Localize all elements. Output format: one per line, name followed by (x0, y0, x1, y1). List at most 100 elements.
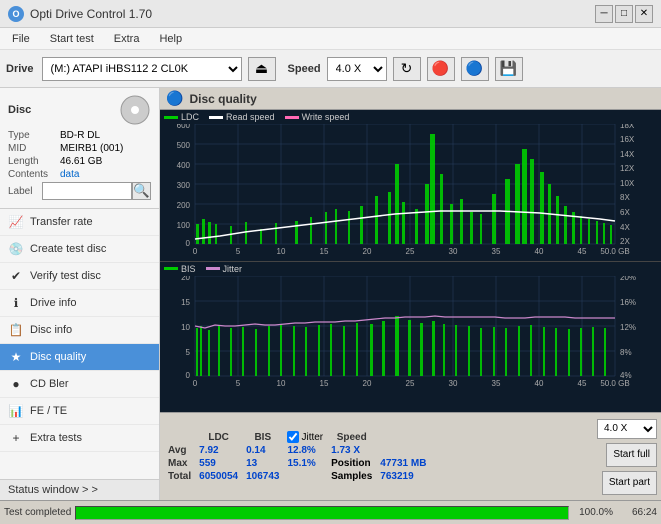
eject-button[interactable]: ⏏ (248, 57, 276, 81)
disc-label-input[interactable] (42, 182, 132, 200)
svg-text:2X: 2X (620, 237, 630, 246)
speed-col-header: Speed (327, 431, 376, 444)
svg-text:30: 30 (449, 247, 458, 254)
svg-text:20: 20 (363, 379, 372, 386)
sidebar-item-fe-te-label: FE / TE (30, 405, 67, 417)
svg-text:300: 300 (177, 181, 191, 190)
fe-te-icon: 📊 (8, 403, 24, 419)
sidebar-item-transfer-rate[interactable]: 📈 Transfer rate (0, 209, 159, 236)
write-speed-legend-label: Write speed (302, 112, 350, 122)
menu-file[interactable]: File (4, 31, 38, 47)
sidebar-item-extra-tests-label: Extra tests (30, 432, 82, 444)
max-position-value: 47731 MB (376, 457, 430, 470)
svg-text:40: 40 (535, 379, 544, 386)
maximize-button[interactable]: □ (615, 5, 633, 23)
write-speed-legend-color (285, 116, 299, 119)
sidebar-item-drive-info-label: Drive info (30, 297, 76, 309)
chart-header: 🔵 Disc quality (160, 88, 661, 110)
svg-text:40: 40 (535, 247, 544, 254)
sidebar-item-extra-tests[interactable]: + Extra tests (0, 425, 159, 452)
svg-text:50.0 GB: 50.0 GB (600, 379, 629, 386)
svg-text:30: 30 (449, 379, 458, 386)
ldc-legend: LDC (164, 112, 199, 122)
toolbar: Drive (M:) ATAPI iHBS112 2 CL0K ⏏ Speed … (0, 50, 661, 88)
menu-help[interactable]: Help (151, 31, 190, 47)
disc-length-value: 46.61 GB (60, 156, 102, 167)
status-window-button[interactable]: Status window > > (0, 479, 159, 500)
total-bis-value: 106743 (242, 470, 283, 483)
jitter-col-header: Jitter (301, 432, 323, 443)
sidebar-item-disc-quality[interactable]: ★ Disc quality (0, 344, 159, 371)
svg-text:15: 15 (320, 247, 329, 254)
svg-text:14X: 14X (620, 150, 635, 159)
cd-bler-icon: ● (8, 376, 24, 392)
sidebar-item-fe-te[interactable]: 📊 FE / TE (0, 398, 159, 425)
title-bar-controls: ─ □ ✕ (595, 5, 653, 23)
jitter-checkbox-label[interactable]: Jitter (287, 431, 323, 443)
start-full-button[interactable]: Start full (606, 443, 657, 467)
extra-tests-icon: + (8, 430, 24, 446)
jitter-checkbox[interactable] (287, 431, 299, 443)
svg-text:200: 200 (177, 201, 191, 210)
svg-text:45: 45 (578, 247, 587, 254)
start-part-button[interactable]: Start part (602, 471, 657, 495)
bottom-chart-legend: BIS Jitter (160, 262, 661, 276)
max-bis-value: 13 (242, 457, 283, 470)
disc-label-button[interactable]: 🔍 (132, 182, 151, 200)
max-jitter-value: 15.1% (283, 457, 327, 470)
svg-text:35: 35 (492, 379, 501, 386)
menu-start-test[interactable]: Start test (42, 31, 102, 47)
progress-bar-inner (76, 507, 568, 519)
sidebar-item-drive-info[interactable]: ℹ Drive info (0, 290, 159, 317)
max-ldc-value: 559 (195, 457, 242, 470)
svg-text:5: 5 (236, 247, 241, 254)
minimize-button[interactable]: ─ (595, 5, 613, 23)
transfer-rate-icon: 📈 (8, 214, 24, 230)
disc-mid-label: MID (8, 143, 60, 154)
stats-data-table: LDC BIS Jitter Speed Avg 7.9 (164, 431, 430, 483)
speed-dropdown[interactable]: 4.0 X (597, 419, 657, 439)
progress-time: 66:24 (617, 507, 657, 518)
create-test-disc-icon: 💿 (8, 241, 24, 257)
ldc-legend-color (164, 116, 178, 119)
save-button[interactable]: 💾 (495, 57, 523, 81)
svg-text:100: 100 (177, 221, 191, 230)
main-layout: Disc Type BD-R DL MID MEIRB1 (001) Lengt… (0, 88, 661, 500)
disc-type-row: Type BD-R DL (8, 130, 151, 141)
sidebar-item-verify-test-disc[interactable]: ✔ Verify test disc (0, 263, 159, 290)
svg-text:600: 600 (177, 124, 191, 130)
disc-type-value: BD-R DL (60, 130, 100, 141)
svg-text:35: 35 (492, 247, 501, 254)
menu-extra[interactable]: Extra (106, 31, 148, 47)
write-speed-legend: Write speed (285, 112, 350, 122)
bis-col-header: BIS (242, 431, 283, 444)
sidebar-item-disc-info[interactable]: 📋 Disc info (0, 317, 159, 344)
bis-legend-label: BIS (181, 264, 196, 274)
sidebar-item-create-test-disc[interactable]: 💿 Create test disc (0, 236, 159, 263)
disc-length-label: Length (8, 156, 60, 167)
status-window-label: Status window > > (8, 484, 98, 496)
svg-text:8%: 8% (620, 348, 632, 357)
svg-text:15: 15 (181, 298, 190, 307)
tool-btn-1[interactable]: 🔴 (427, 57, 455, 81)
sidebar-item-create-test-disc-label: Create test disc (30, 243, 106, 255)
speed-select[interactable]: 4.0 X (327, 57, 387, 81)
disc-mid-value: MEIRB1 (001) (60, 143, 123, 154)
charts-container: LDC Read speed Write speed (160, 110, 661, 412)
sidebar-item-disc-info-label: Disc info (30, 324, 72, 336)
read-speed-legend-color (209, 116, 223, 119)
refresh-button[interactable]: ↻ (393, 57, 421, 81)
tool-btn-2[interactable]: 🔵 (461, 57, 489, 81)
drive-select[interactable]: (M:) ATAPI iHBS112 2 CL0K (42, 57, 242, 81)
sidebar-item-disc-quality-label: Disc quality (30, 351, 86, 363)
position-label: Position (331, 458, 370, 469)
disc-label-row: Label 🔍 (8, 182, 151, 200)
sidebar-item-cd-bler[interactable]: ● CD Bler (0, 371, 159, 398)
ldc-legend-label: LDC (181, 112, 199, 122)
disc-contents-value: data (60, 169, 79, 180)
svg-text:25: 25 (406, 247, 415, 254)
top-chart-legend: LDC Read speed Write speed (160, 110, 661, 124)
read-speed-legend-label: Read speed (226, 112, 275, 122)
main-content: 🔵 Disc quality LDC Read speed (160, 88, 661, 500)
close-button[interactable]: ✕ (635, 5, 653, 23)
